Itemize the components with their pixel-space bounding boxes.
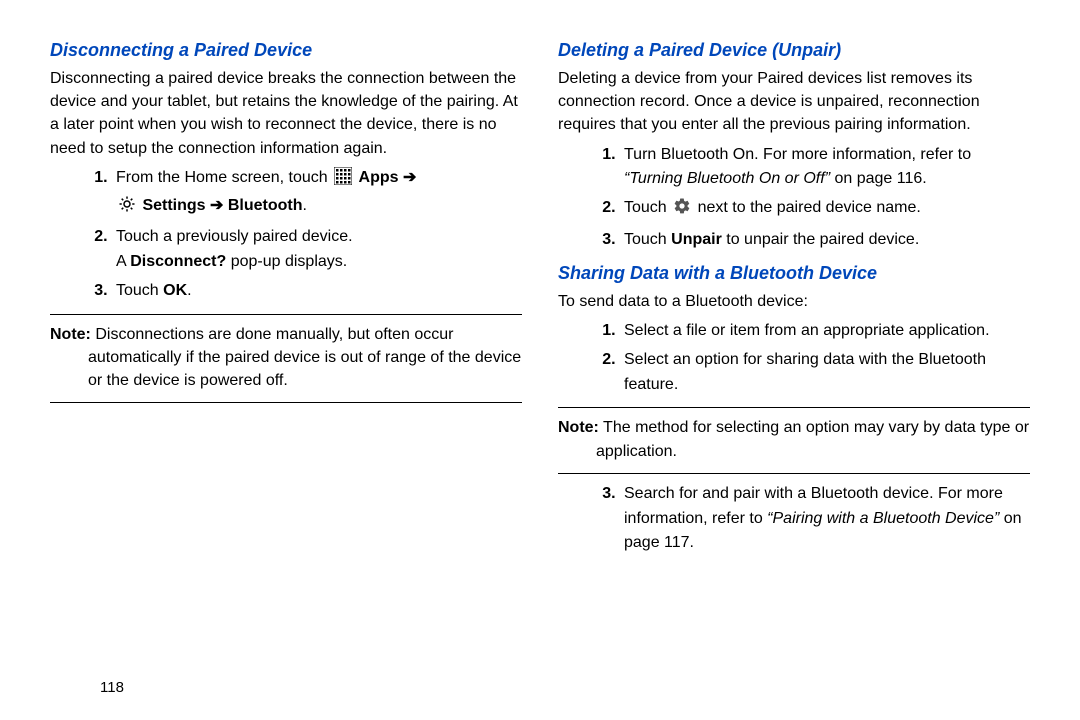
d3-b: Unpair [671,231,722,248]
step1-settings: Settings [142,197,205,214]
d1-c: on page 116. [834,170,926,187]
step-2: Touch a previously paired device. A Disc… [112,225,522,275]
gear-icon [673,197,691,224]
apps-grid-icon [334,167,352,194]
sstep-2: Select an option for sharing data with t… [620,348,1030,398]
heading-disconnecting: Disconnecting a Paired Device [50,40,522,61]
step1-prefix: From the Home screen, touch [116,169,332,186]
step3-b: OK [163,282,187,299]
step2-line2a: A [116,253,130,270]
dstep-1: Turn Bluetooth On. For more information,… [620,143,1030,193]
sstep-1: Select a file or item from an appropriat… [620,319,1030,344]
step2-line1: Touch a previously paired device. [116,228,353,245]
steps-disconnecting: From the Home screen, touch Apps ➔ [50,166,522,304]
d2-a: Touch [624,199,671,216]
dstep-2: Touch next to the paired device name. [620,196,1030,224]
note-label: Note: [50,326,91,343]
d3-a: Touch [624,231,671,248]
steps-sharing-a: Select a file or item from an appropriat… [558,319,1030,397]
steps-deleting: Turn Bluetooth On. For more information,… [558,143,1030,253]
divider [50,402,522,403]
step-1: From the Home screen, touch Apps ➔ [112,166,522,222]
step1-bluetooth: Bluetooth [228,197,303,214]
settings-gear-icon [118,195,136,222]
d1-b: “Turning Bluetooth On or Off” [624,170,834,187]
note-sharing: Note: The method for selecting an option… [558,416,1030,462]
step1-arrow2: ➔ [206,197,228,214]
step3-a: Touch [116,282,163,299]
dstep-3: Touch Unpair to unpair the paired device… [620,228,1030,253]
intro-sharing: To send data to a Bluetooth device: [558,290,1030,313]
manual-page: Disconnecting a Paired Device Disconnect… [0,0,1080,582]
step-3: Touch OK. [112,279,522,304]
column-left: Disconnecting a Paired Device Disconnect… [50,40,522,562]
divider [558,473,1030,474]
step1-period: . [303,197,307,214]
step3-c: . [187,282,191,299]
intro-disconnecting: Disconnecting a paired device breaks the… [50,67,522,160]
d1-a: Turn Bluetooth On. For more information,… [624,146,971,163]
heading-deleting: Deleting a Paired Device (Unpair) [558,40,1030,61]
step2-line2c: pop-up displays. [226,253,347,270]
sstep-3: Search for and pair with a Bluetooth dev… [620,482,1030,556]
column-right: Deleting a Paired Device (Unpair) Deleti… [558,40,1030,562]
divider [558,407,1030,408]
steps-sharing-b: Search for and pair with a Bluetooth dev… [558,482,1030,556]
note-disconnect: Note: Disconnections are done manually, … [50,323,522,393]
heading-sharing: Sharing Data with a Bluetooth Device [558,263,1030,284]
note-label: Note: [558,419,599,436]
divider [50,314,522,315]
d2-b: next to the paired device name. [698,199,921,216]
page-number: 118 [100,679,124,696]
d3-c: to unpair the paired device. [722,231,919,248]
s3-b: “Pairing with a Bluetooth Device” [767,510,999,527]
note-body: The method for selecting an option may v… [596,419,1029,459]
step1-apps: Apps [359,169,399,186]
note-body: Disconnections are done manually, but of… [88,326,521,389]
intro-deleting: Deleting a device from your Paired devic… [558,67,1030,137]
step2-line2b: Disconnect? [130,253,226,270]
step1-arrow1: ➔ [399,169,417,186]
